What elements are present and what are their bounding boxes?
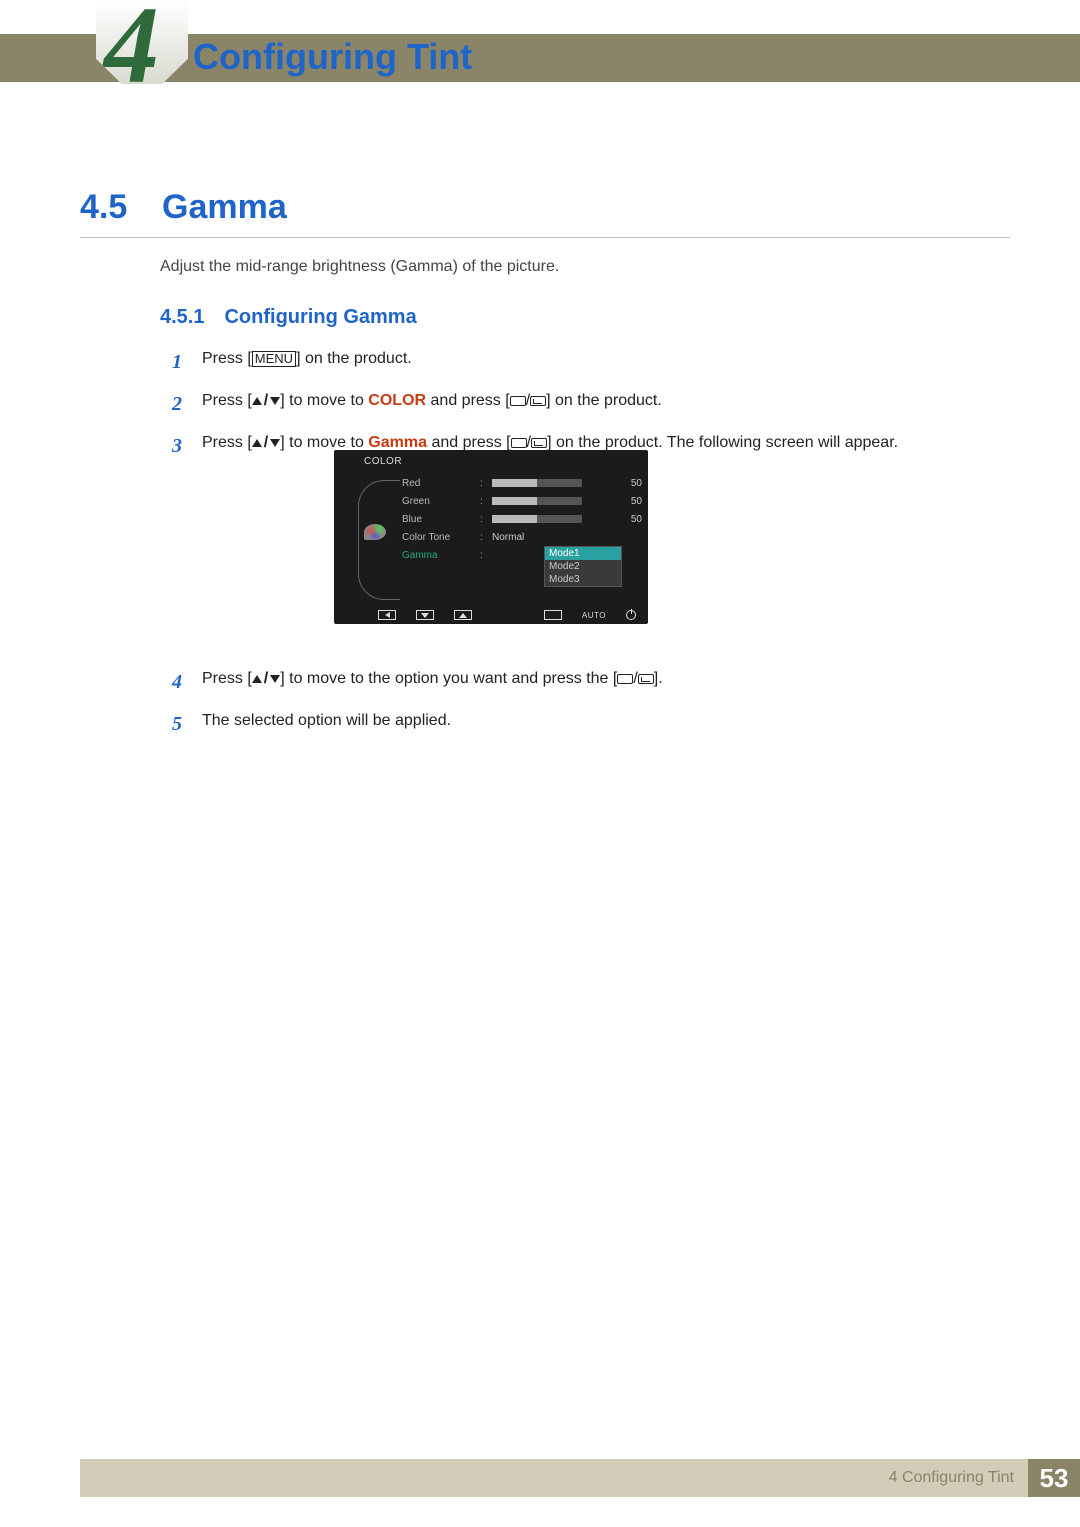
osd-title: COLOR — [364, 456, 402, 467]
osd-row-blue: Blue : 50 — [402, 510, 642, 528]
source-enter-icon: / — [510, 392, 546, 409]
osd-button-guide: AUTO — [378, 610, 636, 620]
up-down-icon: / — [252, 668, 280, 690]
source-icon — [544, 610, 562, 620]
osd-row-green: Green : 50 — [402, 492, 642, 510]
step-number: 1 — [172, 348, 186, 376]
step-number: 3 — [172, 432, 186, 460]
step-4: 4 Press [/] to move to the option you wa… — [172, 668, 1010, 696]
step-number: 4 — [172, 668, 186, 696]
slider-track — [492, 479, 582, 487]
osd-arc-decor — [358, 480, 400, 600]
slider-fill — [492, 479, 537, 487]
osd-panel: COLOR Red : 50 Green : 50 Blue : 50 Colo… — [334, 450, 648, 624]
step-text: Press [/] to move to COLOR and press [/]… — [202, 390, 662, 413]
nav-up-icon — [454, 610, 472, 620]
chapter-number: 4 — [104, 0, 153, 109]
slider-fill — [492, 497, 537, 505]
auto-label: AUTO — [582, 611, 606, 620]
osd-row-colortone: Color Tone : Normal — [402, 528, 642, 546]
source-enter-icon: / — [617, 670, 653, 687]
palette-icon — [364, 524, 386, 540]
nav-down-icon — [416, 610, 434, 620]
source-enter-icon: / — [511, 434, 547, 451]
up-down-icon: / — [252, 390, 280, 412]
step-2: 2 Press [/] to move to COLOR and press [… — [172, 390, 1010, 418]
accent-gamma: Gamma — [368, 434, 427, 451]
subsection-title: Configuring Gamma — [224, 306, 416, 329]
slider-fill — [492, 515, 537, 523]
slider-track — [492, 497, 582, 505]
step-text: The selected option will be applied. — [202, 710, 451, 732]
section-heading: 4.5 Gamma — [80, 188, 1010, 238]
step-5: 5 The selected option will be applied. — [172, 710, 1010, 738]
section-intro: Adjust the mid-range brightness (Gamma) … — [160, 258, 559, 276]
dropdown-option-mode1: Mode1 — [545, 547, 621, 560]
step-text: Press [MENU] on the product. — [202, 348, 412, 370]
section-title: Gamma — [162, 188, 287, 227]
osd-gamma-dropdown: Mode1 Mode2 Mode3 — [544, 546, 622, 587]
subsection-number: 4.5.1 — [160, 306, 204, 329]
subsection-heading: 4.5.1 Configuring Gamma — [160, 306, 417, 329]
chapter-badge: 4 — [96, 0, 188, 84]
up-down-icon: / — [252, 432, 280, 454]
step-text: Press [/] to move to the option you want… — [202, 668, 663, 691]
power-icon — [626, 610, 636, 620]
menu-button-label: MENU — [252, 351, 296, 367]
accent-color: COLOR — [368, 392, 426, 409]
step-number: 5 — [172, 710, 186, 738]
page-footer: 4 Configuring Tint 53 — [80, 1459, 1080, 1497]
step-1: 1 Press [MENU] on the product. — [172, 348, 1010, 376]
osd-row-red: Red : 50 — [402, 474, 642, 492]
step-number: 2 — [172, 390, 186, 418]
dropdown-option-mode2: Mode2 — [545, 560, 621, 573]
nav-left-icon — [378, 610, 396, 620]
footer-page-number: 53 — [1028, 1459, 1080, 1497]
dropdown-option-mode3: Mode3 — [545, 573, 621, 586]
section-number: 4.5 — [80, 188, 136, 227]
slider-track — [492, 515, 582, 523]
chapter-title: Configuring Tint — [193, 36, 472, 78]
footer-chapter-ref: 4 Configuring Tint — [889, 1469, 1014, 1487]
